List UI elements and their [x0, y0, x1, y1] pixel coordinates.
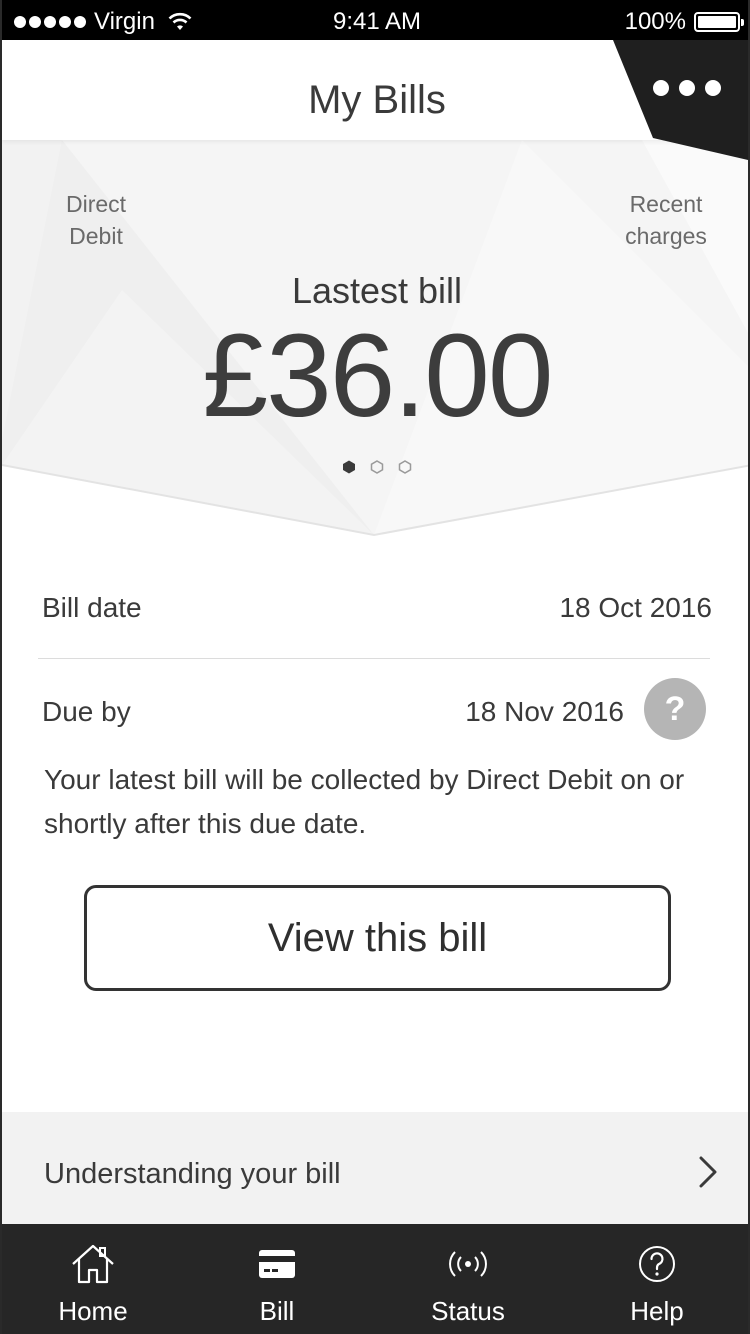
- bill-date-value: 18 Oct 2016: [559, 592, 712, 623]
- app-frame: Virgin 9:41 AM 100% My Bills Direct Debi…: [0, 0, 750, 1334]
- due-by-value: 18 Nov 2016: [465, 696, 624, 727]
- broadcast-icon: [449, 1251, 487, 1277]
- battery-percent: 100%: [624, 8, 686, 35]
- understanding-bill-row[interactable]: Understanding your bill: [2, 1112, 748, 1224]
- pager-dot-icon[interactable]: [370, 460, 384, 474]
- bill-amount: £36.00: [202, 310, 554, 442]
- tab-bill-label: Bill: [259, 1296, 295, 1326]
- view-bill-button[interactable]: View this bill: [84, 885, 671, 991]
- divider: [38, 658, 710, 659]
- understanding-bill-label: Understanding your bill: [44, 1158, 341, 1190]
- tab-bill[interactable]: Bill: [184, 1224, 370, 1334]
- chevron-right-icon: [699, 1156, 717, 1188]
- recent-charges-link[interactable]: Recent charges: [612, 188, 720, 252]
- tab-home-label: Home: [58, 1296, 128, 1326]
- corner-triangle-shape: [613, 40, 748, 160]
- pager-dot-active-icon[interactable]: [342, 460, 356, 474]
- more-dots-icon: [653, 80, 721, 96]
- credit-card-icon: [259, 1250, 295, 1278]
- due-by-label: Due by: [42, 696, 131, 727]
- tab-status-label: Status: [431, 1296, 505, 1326]
- direct-debit-line2: Debit: [69, 223, 123, 249]
- more-menu-button[interactable]: [613, 40, 748, 160]
- pager-dot-icon[interactable]: [398, 460, 412, 474]
- bill-hero-carousel[interactable]: Direct Debit Recent charges Lastest bill…: [2, 140, 748, 540]
- tab-help[interactable]: Help: [566, 1224, 748, 1334]
- carousel-pager[interactable]: [2, 460, 748, 474]
- tab-home[interactable]: Home: [2, 1224, 184, 1334]
- recent-charges-line1: Recent: [629, 191, 703, 217]
- bill-date-label: Bill date: [42, 592, 142, 623]
- direct-debit-info-text: Your latest bill will be collected by Di…: [44, 764, 685, 839]
- help-question-icon[interactable]: ?: [644, 678, 706, 740]
- status-right: 100%: [624, 8, 744, 36]
- recent-charges-line2: charges: [625, 223, 707, 249]
- status-bar: Virgin 9:41 AM 100%: [2, 0, 748, 40]
- tab-help-label: Help: [630, 1296, 684, 1326]
- direct-debit-link[interactable]: Direct Debit: [56, 188, 136, 252]
- help-circle-icon: [639, 1246, 675, 1282]
- bottom-tab-bar: Home Bill Status Help: [2, 1224, 748, 1334]
- home-icon: [72, 1244, 114, 1284]
- tab-status[interactable]: Status: [370, 1224, 566, 1334]
- latest-bill-label: Lastest bill: [291, 270, 463, 311]
- battery-icon: [694, 12, 744, 32]
- direct-debit-line1: Direct: [65, 191, 127, 217]
